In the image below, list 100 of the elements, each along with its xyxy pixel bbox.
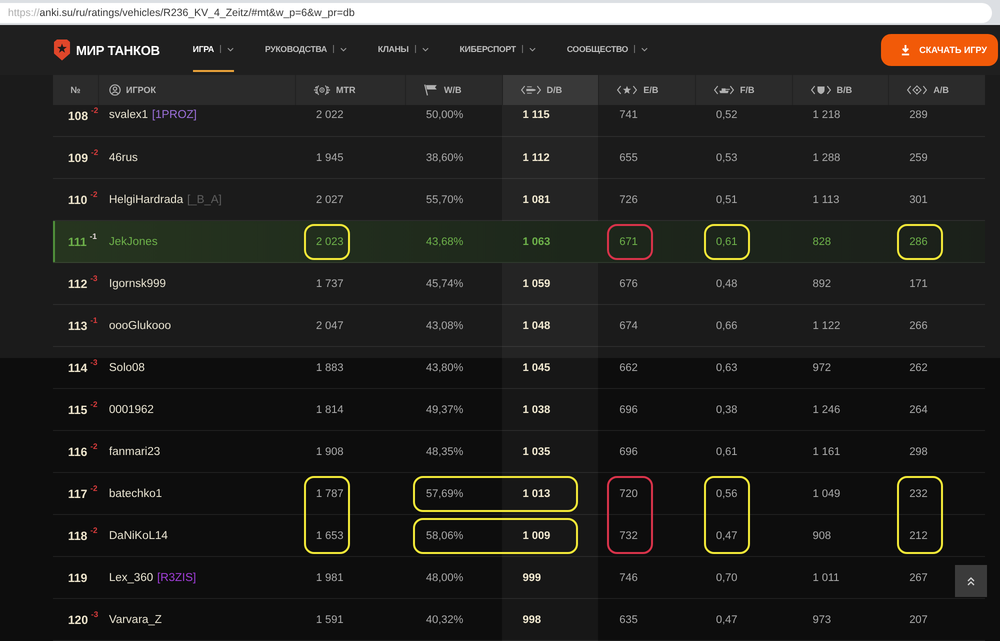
- rank-number: 111: [68, 234, 87, 248]
- rank-number: 117: [68, 486, 88, 500]
- stat-value: 286: [909, 236, 928, 248]
- stat-value: 49,37%: [426, 404, 464, 416]
- stat-value: 48,35%: [426, 446, 464, 458]
- person-circle-icon: [109, 83, 121, 97]
- player-name[interactable]: Varvara_Z: [109, 614, 162, 626]
- shield-star-icon: [53, 39, 71, 61]
- stat-value: 43,08%: [426, 320, 464, 332]
- rank-change: -1: [90, 316, 98, 324]
- player-name[interactable]: JekJones: [109, 236, 158, 248]
- nav-tab[interactable]: СООБЩЕСТВО: [566, 25, 648, 72]
- column-header[interactable]: ИГРОК: [98, 75, 295, 105]
- player-name[interactable]: Igornsk999: [109, 278, 166, 290]
- column-header[interactable]: №: [53, 75, 98, 105]
- stat-value: 741: [619, 109, 638, 121]
- rank-number: 110: [68, 192, 88, 206]
- stat-value: 1 059: [522, 278, 550, 290]
- stat-value: 0,47: [716, 614, 738, 626]
- stat-value: 264: [909, 404, 928, 416]
- stat-value: 1 081: [522, 194, 550, 206]
- clan-tag[interactable]: [1PROZ]: [152, 109, 197, 121]
- stat-value: 1 288: [812, 152, 840, 164]
- column-header[interactable]: D/B: [502, 75, 598, 105]
- stat-value: 1 591: [316, 614, 344, 626]
- stat-value: 972: [812, 362, 832, 374]
- player-name[interactable]: 0001962: [109, 404, 154, 416]
- download-icon: [901, 44, 910, 56]
- clan-tag[interactable]: [R3ZIS]: [157, 572, 196, 584]
- stat-value: 662: [619, 362, 638, 374]
- stat-value: 0,53: [716, 152, 738, 164]
- stat-value: 828: [812, 236, 832, 248]
- logo[interactable]: МИР ТАНКОВ: [53, 39, 160, 61]
- stat-value: 289: [909, 109, 928, 121]
- column-header[interactable]: B/B: [792, 75, 888, 105]
- stat-value: 1 908: [316, 446, 344, 458]
- stat-value: 1 038: [522, 404, 550, 416]
- stat-value: 732: [619, 530, 638, 542]
- stat-value: 998: [522, 614, 542, 626]
- star-icon: [616, 83, 638, 97]
- stat-value: 57,69%: [426, 488, 464, 500]
- nav-tab[interactable]: РУКОВОДСТВА: [265, 25, 347, 72]
- stat-value: 726: [619, 194, 638, 206]
- stat-value: 2 047: [316, 320, 344, 332]
- player-name[interactable]: Lex_360: [109, 572, 154, 584]
- rank-change: -2: [90, 442, 98, 450]
- stat-value: 266: [909, 320, 928, 332]
- stat-value: 301: [909, 194, 928, 206]
- column-header[interactable]: F/B: [694, 75, 792, 105]
- rank-change: -3: [90, 274, 98, 282]
- rank-change: -2: [90, 190, 98, 198]
- url-text: https://anki.su/ru/ratings/vehicles/R236_KV_4_Zeitz/#mt&w_p=6&w_pr=db: [8, 7, 355, 19]
- player-name[interactable]: oooGlukooo: [109, 320, 172, 332]
- stat-value: 1 049: [812, 488, 840, 500]
- player-name[interactable]: fanmari23: [109, 446, 160, 458]
- stat-value: 212: [909, 530, 928, 542]
- stat-value: 50,00%: [426, 109, 464, 121]
- stat-value: 267: [909, 572, 928, 584]
- column-header[interactable]: MTR: [295, 75, 405, 105]
- stat-value: 1 013: [522, 488, 550, 500]
- player-name[interactable]: DaNiKoL14: [109, 530, 168, 542]
- stat-value: 2 023: [316, 236, 344, 248]
- column-header[interactable]: E/B: [598, 75, 695, 105]
- stat-value: 674: [619, 320, 638, 332]
- stat-value: 908: [812, 530, 832, 542]
- stat-value: 43,68%: [426, 236, 464, 248]
- nav-tab[interactable]: ИГРА: [192, 25, 234, 72]
- diamond-icon: [906, 83, 928, 97]
- stat-value: 40,32%: [426, 614, 464, 626]
- stat-value: 2 027: [316, 194, 344, 206]
- player-name[interactable]: 46rus: [109, 152, 138, 164]
- stat-value: 43,80%: [426, 362, 464, 374]
- stat-value: 171: [909, 278, 928, 290]
- column-header[interactable]: A/B: [888, 75, 985, 105]
- rank-number: 109: [68, 150, 88, 164]
- player-name[interactable]: Solo08: [109, 362, 145, 374]
- stat-value: 0,48: [716, 278, 738, 290]
- nav-tab[interactable]: КЛАНЫ: [378, 25, 429, 72]
- rank-number: 120: [68, 612, 88, 626]
- stat-value: 892: [812, 278, 832, 290]
- player-name[interactable]: HelgiHardrada: [109, 194, 184, 206]
- stat-value: 55,70%: [426, 194, 464, 206]
- stat-value: 973: [812, 614, 832, 626]
- scroll-top-button[interactable]: [955, 565, 987, 597]
- stat-value: 1 161: [812, 446, 840, 458]
- rank-change: -2: [91, 106, 98, 115]
- stat-value: 259: [909, 152, 928, 164]
- player-name[interactable]: batechko1: [109, 488, 162, 500]
- stat-value: 746: [619, 572, 638, 584]
- rank-number: 119: [68, 570, 88, 584]
- stat-value: 696: [619, 404, 638, 416]
- stat-value: 1 945: [316, 152, 344, 164]
- stat-value: 1 218: [812, 109, 840, 121]
- rank-change: -3: [91, 610, 98, 618]
- nav-tab[interactable]: КИБЕРСПОРТ: [460, 25, 536, 72]
- address-field[interactable]: https://anki.su/ru/ratings/vehicles/R236_KV_4_Zeitz/#mt&w_p=6&w_pr=db: [0, 3, 992, 23]
- rank-number: 108: [68, 109, 88, 123]
- rank-number: 113: [68, 318, 88, 332]
- player-name[interactable]: svalex1: [109, 109, 148, 121]
- rank-change: -2: [91, 148, 98, 156]
